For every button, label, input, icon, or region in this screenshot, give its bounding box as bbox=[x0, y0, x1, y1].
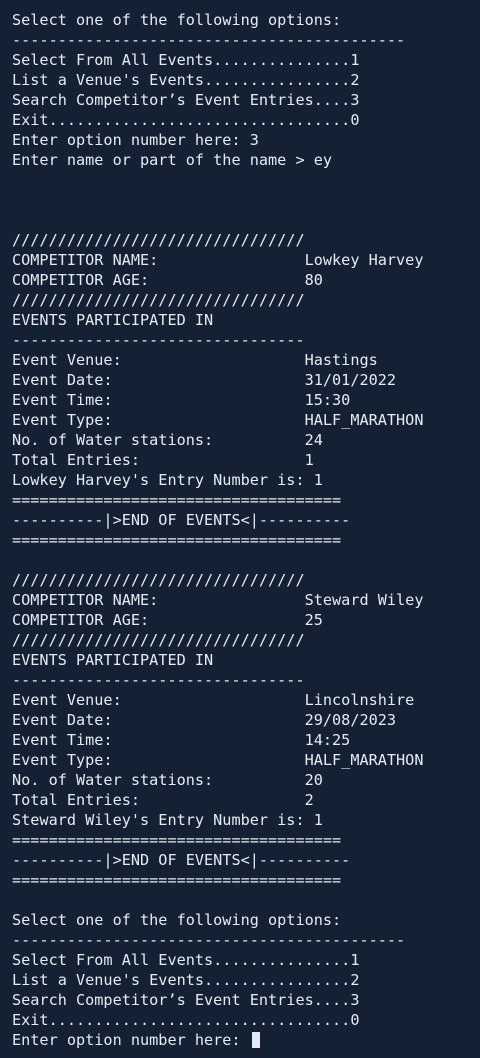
divider: -------------------------------- bbox=[12, 671, 305, 689]
event-date-row: Event Date: 31/01/2022 bbox=[12, 371, 397, 389]
option-input-line: Enter option number here: 3 bbox=[12, 131, 259, 149]
events-participated-heading: EVENTS PARTICIPATED IN bbox=[12, 311, 214, 329]
equals-divider: ==================================== bbox=[12, 531, 342, 549]
competitor-age-row: COMPETITOR AGE: 80 bbox=[12, 271, 323, 289]
slash-divider: //////////////////////////////// bbox=[12, 291, 305, 309]
event-time-row: Event Time: 15:30 bbox=[12, 391, 351, 409]
event-venue-row: Event Venue: Lincolnshire bbox=[12, 691, 415, 709]
end-of-events-banner: ----------|>END OF EVENTS<|---------- bbox=[12, 511, 351, 529]
slash-divider: //////////////////////////////// bbox=[12, 231, 305, 249]
menu-option-all-events: Select From All Events...............1 bbox=[12, 951, 360, 969]
equals-divider: ==================================== bbox=[12, 491, 342, 509]
menu-option-venue-events: List a Venue's Events................2 bbox=[12, 971, 360, 989]
divider: ----------------------------------------… bbox=[12, 31, 406, 49]
option-input-prompt[interactable]: Enter option number here: bbox=[12, 1030, 480, 1050]
divider: -------------------------------- bbox=[12, 331, 305, 349]
menu-option-venue-events: List a Venue's Events................2 bbox=[12, 71, 360, 89]
divider: ----------------------------------------… bbox=[12, 931, 406, 949]
menu-option-exit: Exit.................................0 bbox=[12, 111, 360, 129]
competitor-name-row: COMPETITOR NAME: Lowkey Harvey bbox=[12, 251, 424, 269]
events-participated-heading: EVENTS PARTICIPATED IN bbox=[12, 651, 214, 669]
menu-option-search-competitor: Search Competitor’s Event Entries....3 bbox=[12, 91, 360, 109]
event-type-row: Event Type: HALF_MARATHON bbox=[12, 751, 424, 769]
entry-number-row: Lowkey Harvey's Entry Number is: 1 bbox=[12, 471, 323, 489]
menu-option-exit: Exit.................................0 bbox=[12, 1011, 360, 1029]
terminal-window[interactable]: Select one of the following options: ---… bbox=[0, 0, 480, 1058]
equals-divider: ==================================== bbox=[12, 831, 342, 849]
water-stations-row: No. of Water stations: 24 bbox=[12, 431, 323, 449]
event-type-row: Event Type: HALF_MARATHON bbox=[12, 411, 424, 429]
slash-divider: //////////////////////////////// bbox=[12, 631, 305, 649]
water-stations-row: No. of Water stations: 20 bbox=[12, 771, 323, 789]
entry-number-row: Steward Wiley's Entry Number is: 1 bbox=[12, 811, 323, 829]
total-entries-row: Total Entries: 1 bbox=[12, 451, 314, 469]
end-of-events-banner: ----------|>END OF EVENTS<|---------- bbox=[12, 851, 351, 869]
event-date-row: Event Date: 29/08/2023 bbox=[12, 711, 397, 729]
competitor-age-row: COMPETITOR AGE: 25 bbox=[12, 611, 323, 629]
total-entries-row: Total Entries: 2 bbox=[12, 791, 314, 809]
slash-divider: //////////////////////////////// bbox=[12, 571, 305, 589]
menu-option-search-competitor: Search Competitor’s Event Entries....3 bbox=[12, 991, 360, 1009]
event-time-row: Event Time: 14:25 bbox=[12, 731, 351, 749]
equals-divider: ==================================== bbox=[12, 871, 342, 889]
menu-option-all-events: Select From All Events...............1 bbox=[12, 51, 360, 69]
competitor-name-row: COMPETITOR NAME: Steward Wiley bbox=[12, 591, 424, 609]
name-search-input-line: Enter name or part of the name > ey bbox=[12, 151, 333, 169]
event-venue-row: Event Venue: Hastings bbox=[12, 351, 378, 369]
prompt-header: Select one of the following options: bbox=[12, 911, 342, 929]
option-input-label: Enter option number here: bbox=[12, 1031, 250, 1049]
prompt-header: Select one of the following options: bbox=[12, 11, 342, 29]
text-cursor bbox=[251, 1032, 260, 1048]
